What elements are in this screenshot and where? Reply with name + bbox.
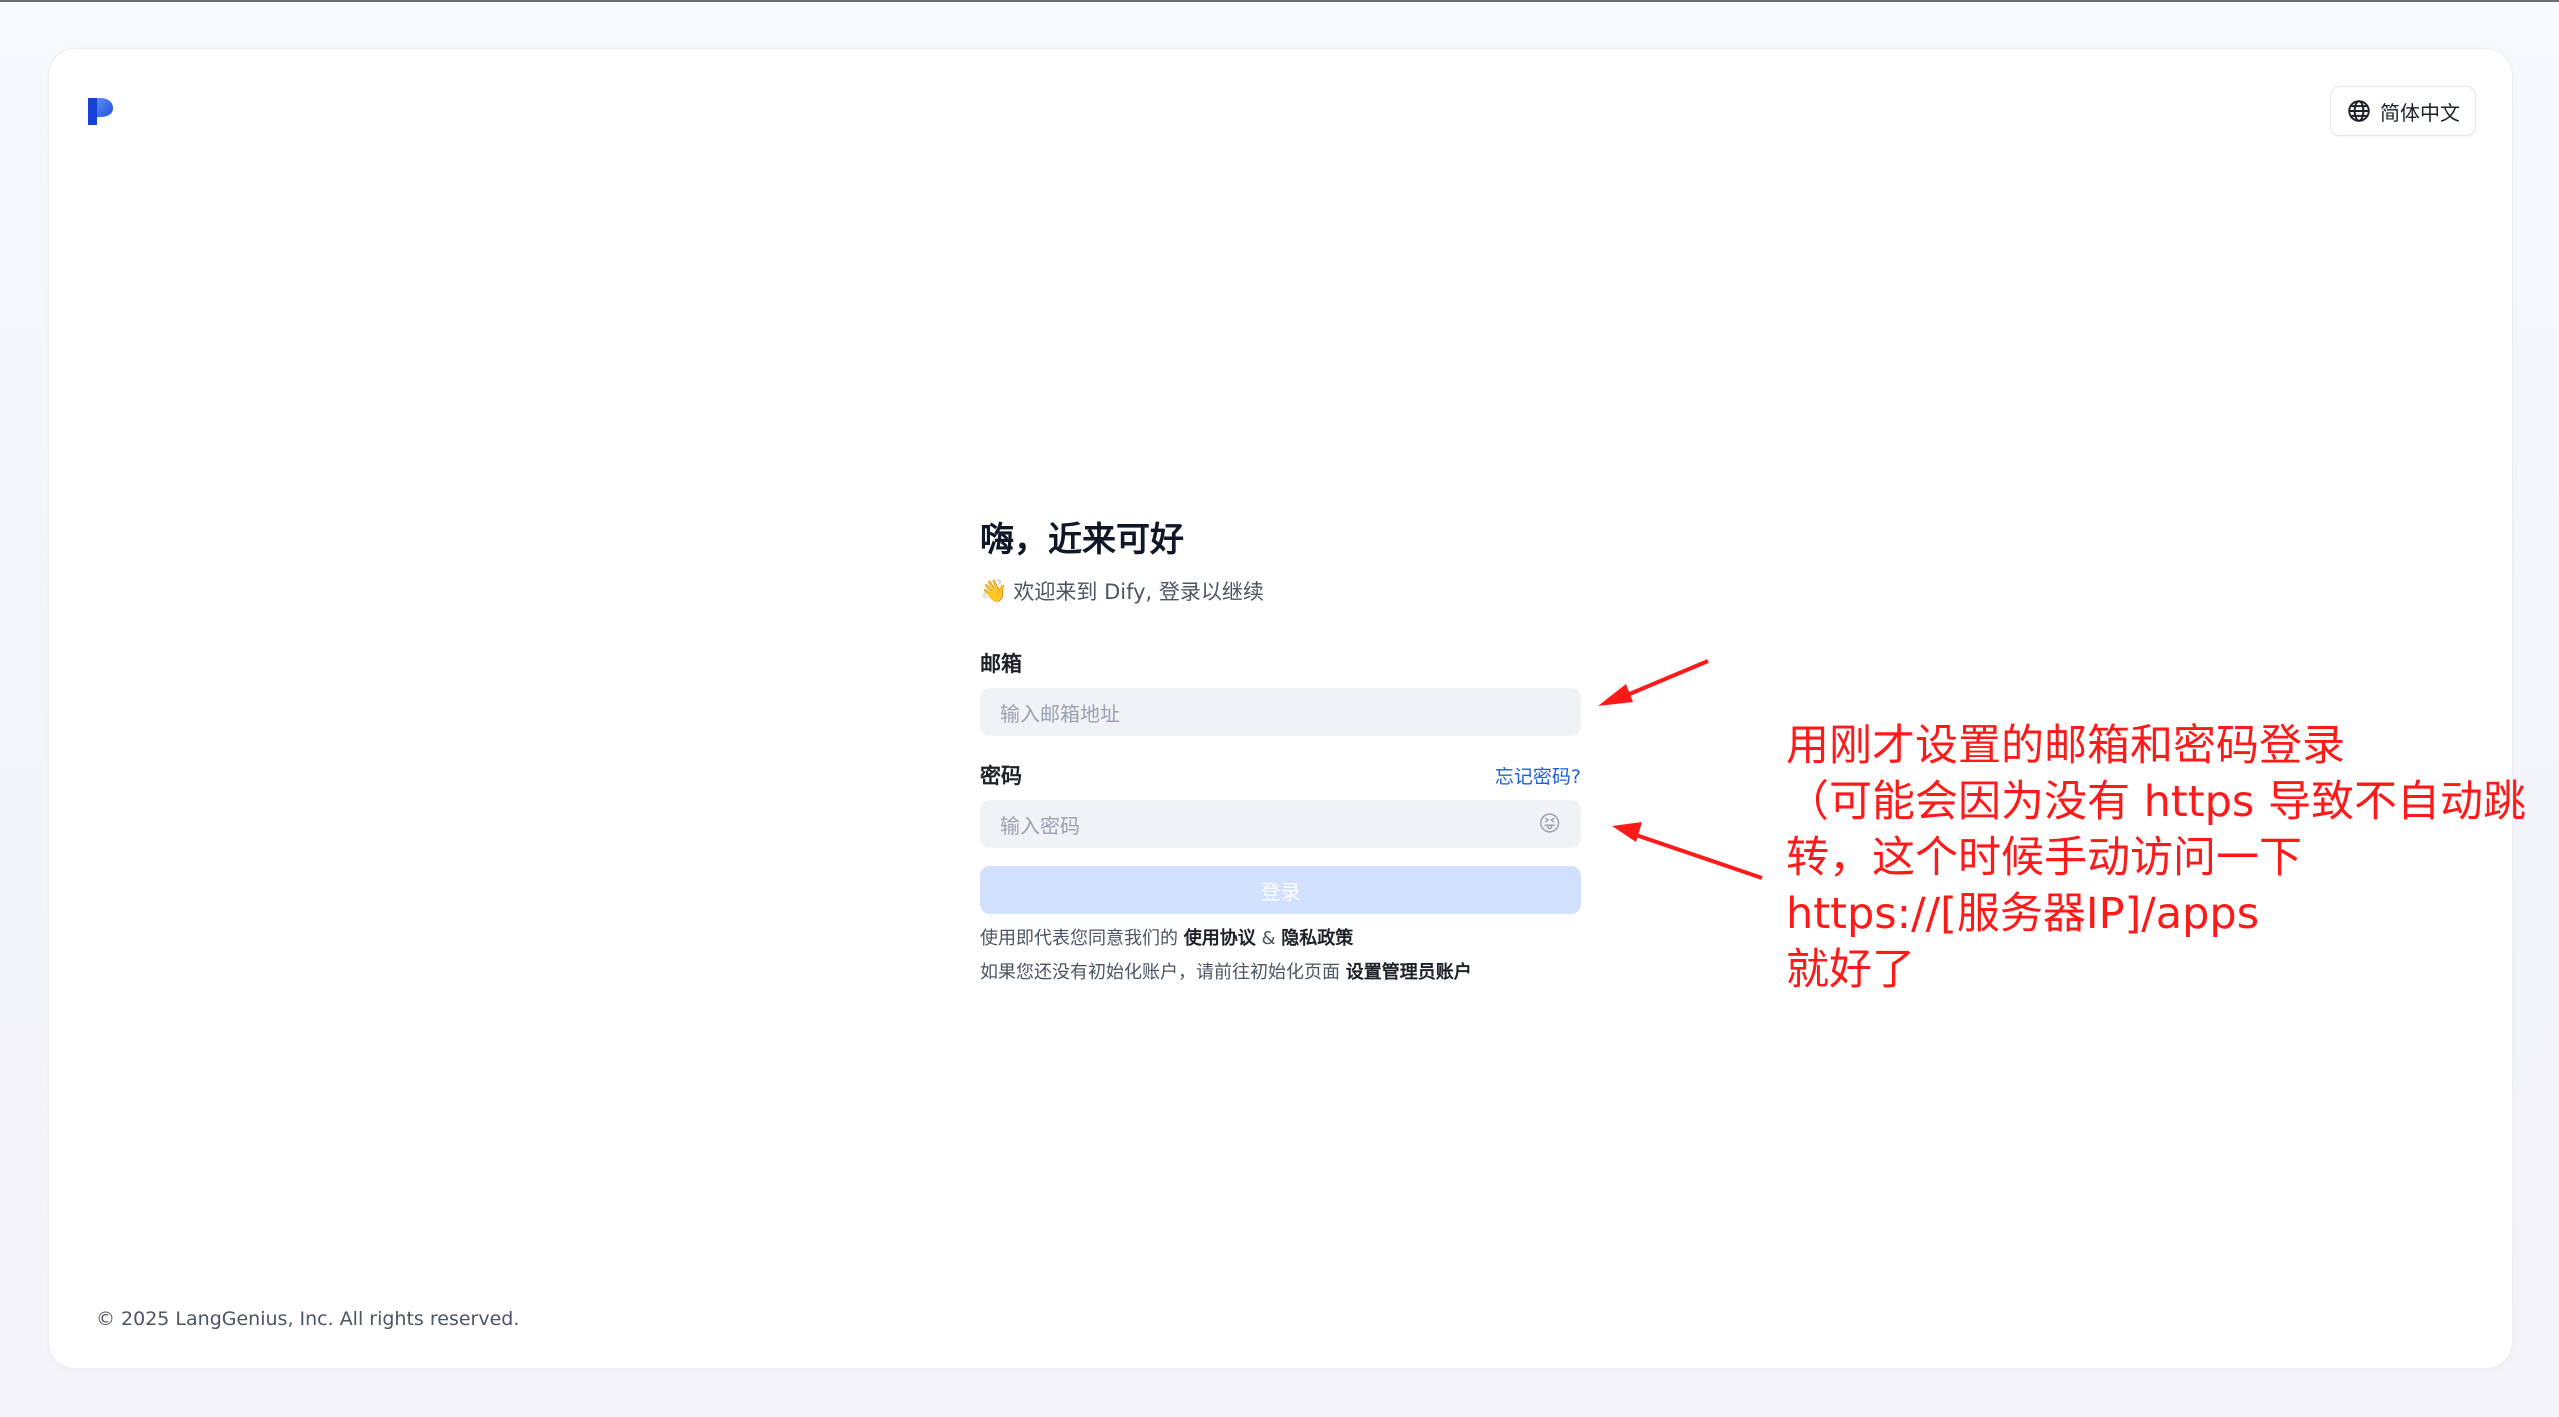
subtitle-text: 欢迎来到 Dify, 登录以继续	[1013, 580, 1264, 604]
login-form: 嗨，近来可好 👋 欢迎来到 Dify, 登录以继续 邮箱 输入邮箱地址 密码 忘…	[980, 510, 1581, 990]
init-prefix: 如果您还没有初始化账户，请前往初始化页面	[980, 962, 1340, 983]
password-visibility-toggle-icon[interactable]: 😝	[1538, 812, 1561, 837]
email-input[interactable]: 输入邮箱地址	[980, 688, 1581, 736]
annotation-line: 用刚才设置的邮箱和密码登录	[1786, 721, 2345, 771]
page-title: 嗨，近来可好	[980, 520, 1184, 560]
page-subtitle: 👋 欢迎来到 Dify, 登录以继续	[980, 574, 1581, 610]
password-label: 密码	[980, 764, 1022, 788]
password-input[interactable]: 输入密码 😝	[980, 800, 1581, 848]
email-label-row: 邮箱	[980, 648, 1581, 678]
password-placeholder: 输入密码	[1000, 813, 1080, 838]
email-label: 邮箱	[980, 652, 1022, 676]
annotation-line: 就好了	[1786, 945, 1915, 995]
copyright: © 2025 LangGenius, Inc. All rights reser…	[96, 1308, 520, 1330]
setup-admin-link[interactable]: 设置管理员账户	[1346, 962, 1472, 983]
terms-link[interactable]: 使用协议	[1184, 928, 1256, 949]
globe-icon	[2348, 100, 2370, 122]
terms-note: 使用即代表您同意我们的 使用协议 & 隐私政策	[980, 922, 1581, 956]
annotation-line: 转，这个时候手动访问一下	[1786, 833, 2302, 883]
annotation-line: （可能会因为没有 https 导致不自动跳	[1786, 777, 2527, 827]
privacy-link[interactable]: 隐私政策	[1281, 928, 1353, 949]
password-label-row: 密码 忘记密码?	[980, 760, 1581, 790]
terms-prefix: 使用即代表您同意我们的	[980, 928, 1178, 949]
email-placeholder: 输入邮箱地址	[1000, 701, 1120, 726]
language-label: 简体中文	[2380, 100, 2460, 125]
dify-logo-icon	[88, 98, 113, 125]
annotation-note: 用刚才设置的邮箱和密码登录 （可能会因为没有 https 导致不自动跳 转，这个…	[1786, 718, 2526, 998]
window-top-border	[0, 0, 2559, 2]
annotation-line: https://[服务器IP]/apps	[1786, 889, 2260, 939]
init-note: 如果您还没有初始化账户，请前往初始化页面 设置管理员账户	[980, 956, 1581, 990]
page: 简体中文 嗨，近来可好 👋 欢迎来到 Dify, 登录以继续 邮箱 输入邮箱地址…	[0, 0, 2559, 1417]
terms-and: &	[1261, 928, 1276, 949]
login-button[interactable]: 登录	[980, 866, 1581, 914]
forgot-password-link[interactable]: 忘记密码?	[1495, 762, 1581, 789]
waving-hand-icon: 👋	[980, 579, 1008, 604]
language-selector[interactable]: 简体中文	[2330, 86, 2476, 136]
